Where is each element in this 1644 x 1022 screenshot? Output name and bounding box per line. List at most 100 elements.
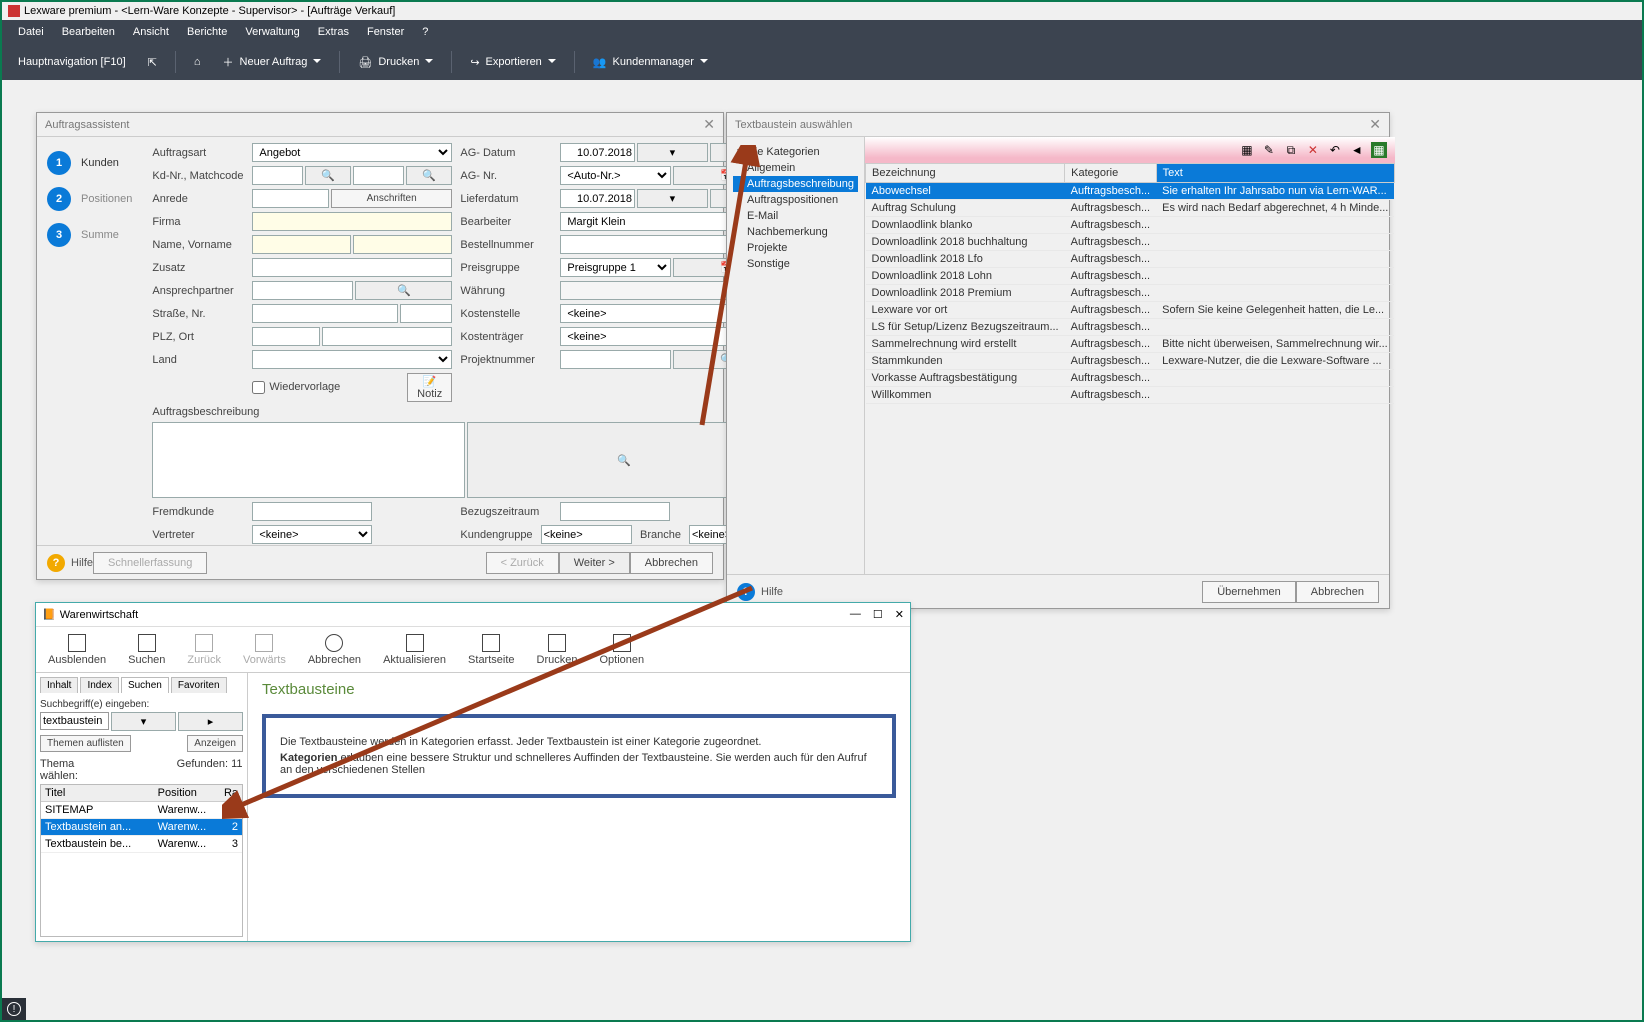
- list-item[interactable]: Textbaustein an...Warenw...2: [41, 819, 242, 836]
- minimize-icon[interactable]: —: [850, 608, 861, 621]
- zusatz-input[interactable]: [252, 258, 452, 277]
- lieferdatum-input[interactable]: [560, 189, 635, 208]
- search-icon[interactable]: 🔍: [305, 166, 352, 185]
- close-icon[interactable]: ✕: [895, 608, 904, 621]
- help-link[interactable]: ?Hilfe: [737, 583, 783, 601]
- table-row[interactable]: Downloadlink 2018 LohnAuftragsbesch...: [866, 268, 1395, 285]
- menu-fenster[interactable]: Fenster: [359, 22, 412, 42]
- tab-suchen[interactable]: Suchen: [121, 677, 169, 693]
- close-icon[interactable]: ✕: [1369, 116, 1381, 133]
- help-result-list[interactable]: TitelPositionRa SITEMAPWarenw...1Textbau…: [40, 784, 243, 937]
- main-nav-button[interactable]: Hauptnavigation [F10]: [14, 52, 130, 72]
- tree-item[interactable]: Allgemein: [733, 160, 858, 176]
- themen-auflisten-button[interactable]: Themen auflisten: [40, 735, 131, 752]
- table-row[interactable]: Auftrag SchulungAuftragsbesch...Es wird …: [866, 200, 1395, 217]
- auftragsbeschreibung-textarea[interactable]: [152, 422, 465, 498]
- new-order-button[interactable]: ＋ Neuer Auftrag: [219, 50, 326, 74]
- excel-icon[interactable]: ▦: [1371, 142, 1387, 158]
- col-text[interactable]: Text: [1156, 164, 1394, 183]
- list-item[interactable]: Textbaustein be...Warenw...3: [41, 836, 242, 853]
- vertreter-select[interactable]: <keine>: [252, 525, 372, 544]
- strasse-input[interactable]: [252, 304, 398, 323]
- maximize-icon[interactable]: ☐: [873, 608, 883, 621]
- tree-item[interactable]: E-Mail: [733, 208, 858, 224]
- menu-ansicht[interactable]: Ansicht: [125, 22, 177, 42]
- alert-icon[interactable]: !: [7, 1002, 21, 1016]
- table-row[interactable]: AbowechselAuftragsbesch...Sie erhalten I…: [866, 183, 1395, 200]
- tab-index[interactable]: Index: [80, 677, 118, 693]
- menu-bearbeiten[interactable]: Bearbeiten: [54, 22, 123, 42]
- kdnr-input[interactable]: [252, 166, 303, 185]
- table-row[interactable]: StammkundenAuftragsbesch...Lexware-Nutze…: [866, 353, 1395, 370]
- abbrechen-button[interactable]: Abbrechen: [1296, 581, 1379, 603]
- col-bezeichnung[interactable]: Bezeichnung: [866, 164, 1065, 183]
- plz-input[interactable]: [252, 327, 320, 346]
- ausblenden-button[interactable]: Ausblenden: [48, 634, 106, 666]
- help-link[interactable]: ?Hilfe: [47, 554, 93, 572]
- land-select[interactable]: [252, 350, 452, 369]
- abbrechen-button[interactable]: Abbrechen: [630, 552, 713, 574]
- copy-icon[interactable]: ⧉: [1283, 142, 1299, 158]
- back-icon[interactable]: ◄: [1349, 142, 1365, 158]
- abbrechen-button[interactable]: Abbrechen: [308, 634, 361, 666]
- tab-favoriten[interactable]: Favoriten: [171, 677, 227, 693]
- tree-item[interactable]: Auftragspositionen: [733, 192, 858, 208]
- customer-manager-button[interactable]: 👥 Kundenmanager: [589, 52, 712, 73]
- table-row[interactable]: LS für Setup/Lizenz Bezugszeitraum...Auf…: [866, 319, 1395, 336]
- tree-root[interactable]: ▾ Alle Kategorien: [733, 143, 858, 160]
- notiz-button[interactable]: 📝 Notiz: [407, 373, 452, 402]
- tree-item[interactable]: Projekte: [733, 240, 858, 256]
- bezugszeitraum-input[interactable]: [560, 502, 670, 521]
- search-input[interactable]: [40, 712, 109, 730]
- step-positionen[interactable]: 2Positionen: [37, 181, 142, 217]
- drucken-button[interactable]: Drucken: [537, 634, 578, 666]
- close-icon[interactable]: ✕: [703, 116, 715, 133]
- anschriften-button[interactable]: Anschriften: [331, 189, 453, 208]
- step-summe[interactable]: 3Summe: [37, 217, 142, 253]
- table-row[interactable]: Lexware vor ortAuftragsbesch...Sofern Si…: [866, 302, 1395, 319]
- weiter-button[interactable]: Weiter >: [559, 552, 630, 574]
- preisgruppe-select[interactable]: Preisgruppe 1: [560, 258, 671, 277]
- date-stepper-icon[interactable]: ▾: [637, 143, 708, 162]
- export-button[interactable]: ↪ Exportieren: [466, 52, 559, 73]
- tree-item[interactable]: Nachbemerkung: [733, 224, 858, 240]
- edit-icon[interactable]: ✎: [1261, 142, 1277, 158]
- pin-icon[interactable]: ⇱: [144, 52, 161, 73]
- suchen-button[interactable]: Suchen: [128, 634, 165, 666]
- delete-icon[interactable]: ✕: [1305, 142, 1321, 158]
- hausnr-input[interactable]: [400, 304, 453, 323]
- new-icon[interactable]: ▦: [1239, 142, 1255, 158]
- schnellerfassung-button[interactable]: Schnellerfassung: [93, 552, 207, 574]
- firma-input[interactable]: [252, 212, 452, 231]
- table-row[interactable]: Vorkasse AuftragsbestätigungAuftragsbesc…: [866, 370, 1395, 387]
- projektnummer-input[interactable]: [560, 350, 671, 369]
- print-button[interactable]: 🖨 Drucken: [354, 52, 437, 73]
- tree-item[interactable]: Sonstige: [733, 256, 858, 272]
- search-icon[interactable]: 🔍: [355, 281, 452, 300]
- undo-icon[interactable]: ↶: [1327, 142, 1343, 158]
- tb-grid[interactable]: Bezeichnung Kategorie Text AbowechselAuf…: [865, 163, 1395, 574]
- ort-input[interactable]: [322, 327, 452, 346]
- chevron-down-icon[interactable]: ▾: [111, 712, 176, 731]
- anrede-input[interactable]: [252, 189, 329, 208]
- anzeigen-button[interactable]: Anzeigen: [187, 735, 243, 752]
- wiedervorlage-checkbox[interactable]: [252, 381, 265, 394]
- menu-extras[interactable]: Extras: [310, 22, 357, 42]
- uebernehmen-button[interactable]: Übernehmen: [1202, 581, 1296, 603]
- col-kategorie[interactable]: Kategorie: [1065, 164, 1157, 183]
- ansprechpartner-input[interactable]: [252, 281, 353, 300]
- optionen-button[interactable]: Optionen: [599, 634, 644, 666]
- date-stepper-icon[interactable]: ▾: [637, 189, 708, 208]
- menu-datei[interactable]: Datei: [10, 22, 52, 42]
- menu-help[interactable]: ?: [414, 22, 436, 42]
- home-icon[interactable]: ⌂: [190, 52, 205, 72]
- agnr-select[interactable]: <Auto-Nr.>: [560, 166, 671, 185]
- chevron-right-icon[interactable]: ▸: [178, 712, 243, 731]
- startseite-button[interactable]: Startseite: [468, 634, 514, 666]
- search-icon[interactable]: 🔍: [406, 166, 453, 185]
- fremdkunde-input[interactable]: [252, 502, 372, 521]
- table-row[interactable]: Sammelrechnung wird erstelltAuftragsbesc…: [866, 336, 1395, 353]
- menu-berichte[interactable]: Berichte: [179, 22, 235, 42]
- auftragsart-select[interactable]: Angebot: [252, 143, 452, 162]
- table-row[interactable]: Downloadlink 2018 buchhaltungAuftragsbes…: [866, 234, 1395, 251]
